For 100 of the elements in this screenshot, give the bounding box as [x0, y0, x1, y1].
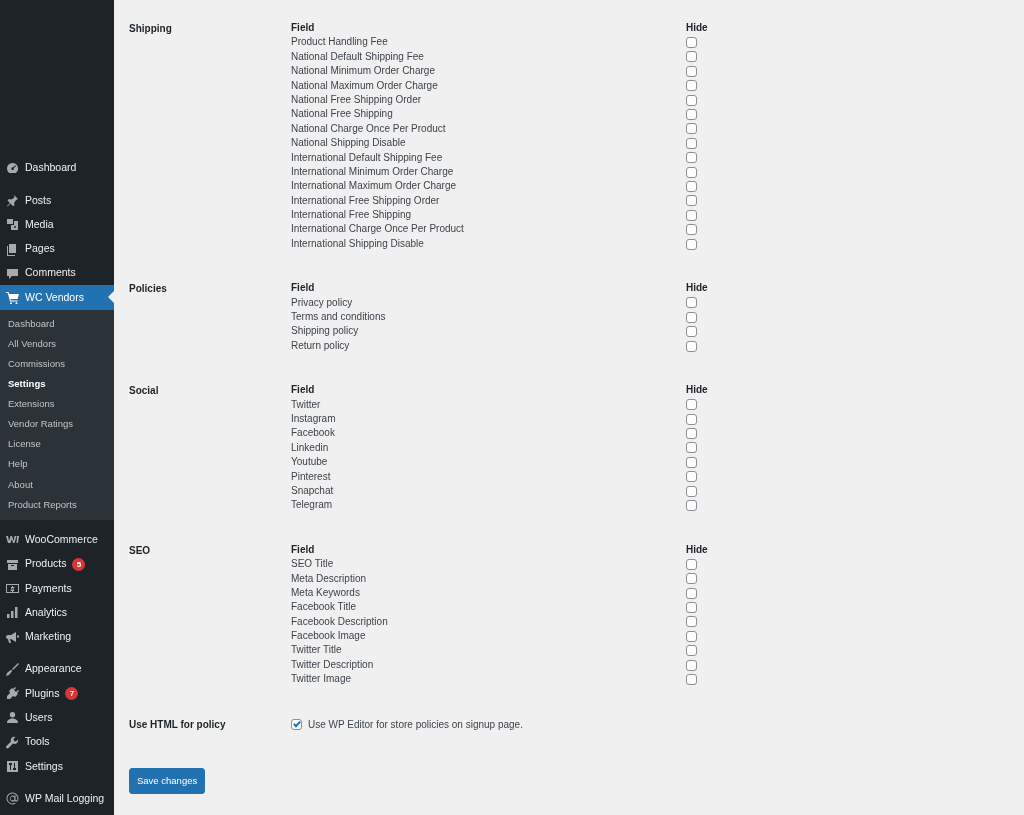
hide-checkbox[interactable]	[686, 326, 697, 338]
menu-item[interactable]: Posts	[0, 188, 114, 213]
submenu-item[interactable]: Vendor Ratings	[0, 414, 114, 435]
submenu-item[interactable]: Extensions	[0, 394, 114, 415]
hide-checkbox[interactable]	[686, 80, 697, 92]
menu-item[interactable]: WooCommerce	[0, 527, 114, 552]
hide-checkbox[interactable]	[686, 340, 697, 352]
menu-item[interactable]: Analytics	[0, 600, 114, 625]
hide-checkbox[interactable]	[686, 224, 697, 236]
hide-checkbox[interactable]	[686, 195, 697, 207]
hide-checkbox[interactable]	[686, 137, 697, 149]
hide-checkbox[interactable]	[686, 558, 697, 570]
hide-checkbox[interactable]	[686, 659, 697, 671]
hide-checkbox[interactable]	[686, 181, 697, 192]
submenu-item[interactable]: Product Reports	[0, 494, 114, 515]
menu-item[interactable]: Plugins 7	[0, 681, 114, 706]
menu-item[interactable]: Media	[0, 212, 114, 237]
menu-item[interactable]: Users	[0, 705, 114, 731]
field-label: National Minimum Order Charge	[291, 65, 435, 77]
menu-item[interactable]: Appearance	[0, 657, 114, 682]
field-label: International Charge Once Per Product	[291, 223, 464, 235]
hide-checkbox[interactable]	[686, 673, 697, 685]
menu-item[interactable]: Pages	[0, 236, 114, 262]
hide-checkbox[interactable]	[686, 94, 697, 106]
hide-checkbox[interactable]	[686, 500, 697, 511]
submenu-item[interactable]: Commissions	[0, 353, 114, 375]
menu-item[interactable]: Marketing	[0, 624, 114, 650]
menu-item[interactable]: Tools	[0, 730, 114, 755]
column-header: Field	[291, 383, 315, 398]
hide-checkbox[interactable]	[686, 166, 697, 178]
hide-checkbox[interactable]	[686, 311, 697, 323]
submenu-item[interactable]: Settings	[0, 374, 114, 395]
hide-checkbox[interactable]	[686, 645, 697, 657]
hide-checkbox[interactable]	[686, 413, 697, 425]
column-header: Hide	[686, 281, 708, 296]
hide-checkbox[interactable]	[686, 616, 697, 628]
hide-checkbox[interactable]	[686, 238, 697, 250]
checkbox[interactable]	[291, 718, 302, 730]
menu-item[interactable]: Dashboard	[0, 156, 114, 181]
bar-chart-icon	[6, 606, 19, 620]
field-label: Facebook	[291, 427, 335, 439]
field-label: Telegram	[291, 499, 333, 511]
hide-checkbox[interactable]	[686, 399, 697, 411]
field-label: International Minimum Order Charge	[291, 165, 454, 177]
field-label: SEO Title	[291, 558, 334, 570]
column-header: Hide	[686, 542, 708, 557]
field-label: National Free Shipping	[291, 108, 393, 120]
menu-item[interactable]: Payments	[0, 576, 114, 601]
field-label: Instagram	[291, 413, 336, 424]
media-icon	[6, 218, 19, 232]
hide-checkbox[interactable]	[686, 630, 697, 642]
submenu-item[interactable]: License	[0, 434, 114, 455]
hide-checkbox[interactable]	[686, 428, 697, 440]
hide-checkbox[interactable]	[686, 109, 697, 121]
hide-checkbox[interactable]	[686, 573, 697, 585]
submenu-item[interactable]: About	[0, 474, 114, 495]
hide-checkbox[interactable]	[686, 152, 697, 164]
menu-item[interactable]: WP Mail Logging	[0, 786, 114, 811]
hide-checkbox[interactable]	[686, 297, 697, 309]
hide-checkbox[interactable]	[686, 456, 697, 468]
field-label: Privacy policy	[291, 296, 353, 308]
field-label: Facebook Title	[291, 601, 357, 613]
hide-checkbox[interactable]	[686, 209, 697, 221]
hide-checkbox[interactable]	[686, 471, 697, 483]
field-label: Snapchat	[291, 484, 334, 496]
field-label: International Shipping Disable	[291, 237, 424, 249]
hide-checkbox[interactable]	[686, 442, 697, 454]
gauge-icon	[6, 161, 19, 175]
megaphone-icon	[6, 630, 19, 644]
hide-checkbox[interactable]	[686, 51, 697, 63]
hide-checkbox[interactable]	[686, 601, 697, 613]
pages-icon	[6, 242, 19, 256]
at-sign-icon	[6, 792, 19, 806]
menu-item[interactable]: Products 5	[0, 552, 114, 577]
submenu-item[interactable]: All Vendors	[0, 333, 114, 354]
field-label: Facebook Image	[291, 630, 366, 642]
save-button[interactable]: Save changes	[129, 767, 206, 794]
field-label: International Free Shipping	[291, 209, 412, 221]
field-label: International Default Shipping Fee	[291, 151, 443, 163]
count-badge: 5	[72, 557, 86, 571]
field-label: National Maximum Order Charge	[291, 79, 438, 91]
field-label: Pinterest	[291, 470, 331, 482]
field-label: Return policy	[291, 339, 350, 351]
menu-item[interactable]: WC Vendors	[0, 285, 114, 310]
field-label: Twitter	[291, 398, 321, 410]
column-header: Field	[291, 542, 315, 557]
hide-checkbox[interactable]	[686, 485, 697, 497]
field-label: Twitter Image	[291, 673, 352, 685]
hide-checkbox[interactable]	[686, 587, 697, 599]
menu-item[interactable]: Settings	[0, 754, 114, 779]
field-label: Terms and conditions	[291, 311, 386, 323]
hide-checkbox[interactable]	[686, 37, 697, 49]
hide-checkbox[interactable]	[686, 123, 697, 135]
settings-icon	[6, 760, 19, 774]
submenu-item[interactable]: Help	[0, 454, 114, 475]
field-label: National Free Shipping Order	[291, 93, 422, 105]
menu-item[interactable]: Comments	[0, 261, 114, 286]
hide-checkbox[interactable]	[686, 65, 697, 77]
section-title: SEO	[129, 544, 151, 556]
submenu-item[interactable]: Dashboard	[0, 313, 114, 334]
